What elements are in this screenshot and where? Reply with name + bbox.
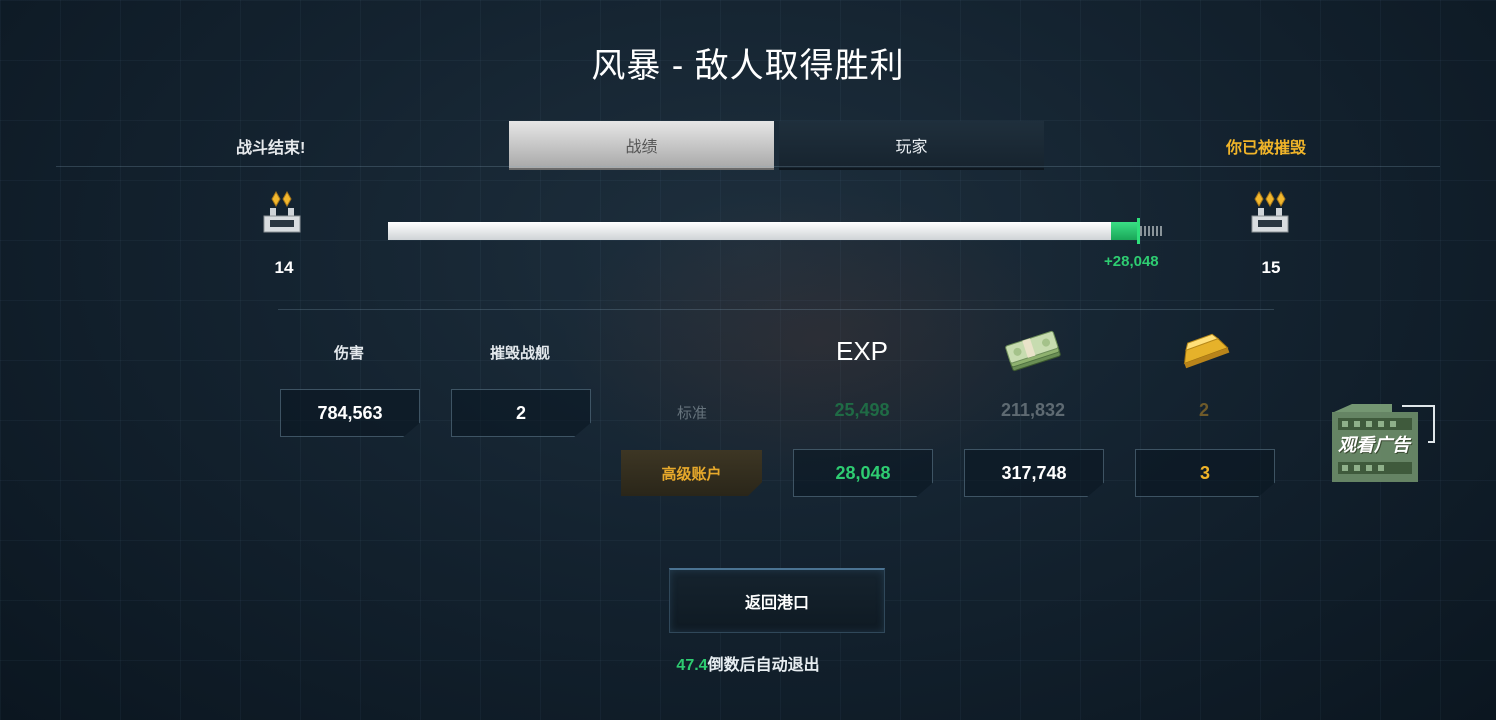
destroyed-status: 你已被摧毁 [1226,140,1307,157]
cash-stack-icon [1002,330,1064,377]
premium-account-label: 高级账户 [661,465,722,483]
premium-credits-box: 317,748 [964,449,1104,497]
damage-label: 伤害 [333,345,364,362]
premium-credits: 317,748 [1001,462,1067,483]
premium-gold-box: 3 [1135,449,1275,497]
return-to-port-label: 返回港口 [744,595,809,612]
standard-gold: 2 [1198,400,1209,420]
premium-account-button[interactable]: 高级账户 [621,450,762,496]
countdown-seconds: 47.4 [676,657,708,674]
kills-value: 2 [515,402,526,423]
kills-label: 摧毁战舰 [489,345,550,362]
gold-bar-icon [1175,330,1233,375]
rank-next-icon [1251,190,1289,233]
rank-next-badge [1250,190,1290,236]
return-to-port-button[interactable]: 返回港口 [669,568,885,633]
divider-middle [278,309,1274,310]
standard-credits: 211,832 [1000,400,1066,420]
premium-gold: 3 [1199,462,1210,483]
xp-progress-fill [388,222,1111,240]
divider-top [56,166,1440,167]
exp-label: EXP [835,336,889,366]
rank-current-badge [262,190,302,236]
damage-value: 784,563 [317,402,383,423]
rank-current-number: 14 [274,258,294,277]
tab-players[interactable]: 玩家 [779,121,1044,170]
standard-label: 标准 [676,405,707,422]
kills-value-box: 2 [451,389,591,437]
xp-gain-text: +28,048 [1104,253,1159,270]
xp-progress-bar [388,218,1164,244]
auto-exit-countdown: 47.4倒数后自动退出 [0,651,1496,675]
rank-current-icon [263,190,301,233]
page-title: 风暴 - 敌人取得胜利 [591,47,905,85]
premium-exp: 28,048 [835,462,891,483]
watch-ad-label: 观看广告 [1338,435,1410,455]
tab-stats[interactable]: 战绩 [509,121,774,168]
battle-over-text: 战斗结束! [236,140,306,157]
premium-exp-box: 28,048 [793,449,933,497]
rank-next-number: 15 [1261,258,1281,277]
xp-progress-remaining [1140,226,1164,236]
damage-value-box: 784,563 [280,389,420,437]
xp-progress-gain [1111,222,1139,240]
standard-exp: 25,498 [834,400,890,420]
countdown-text: 倒数后自动退出 [707,657,820,674]
